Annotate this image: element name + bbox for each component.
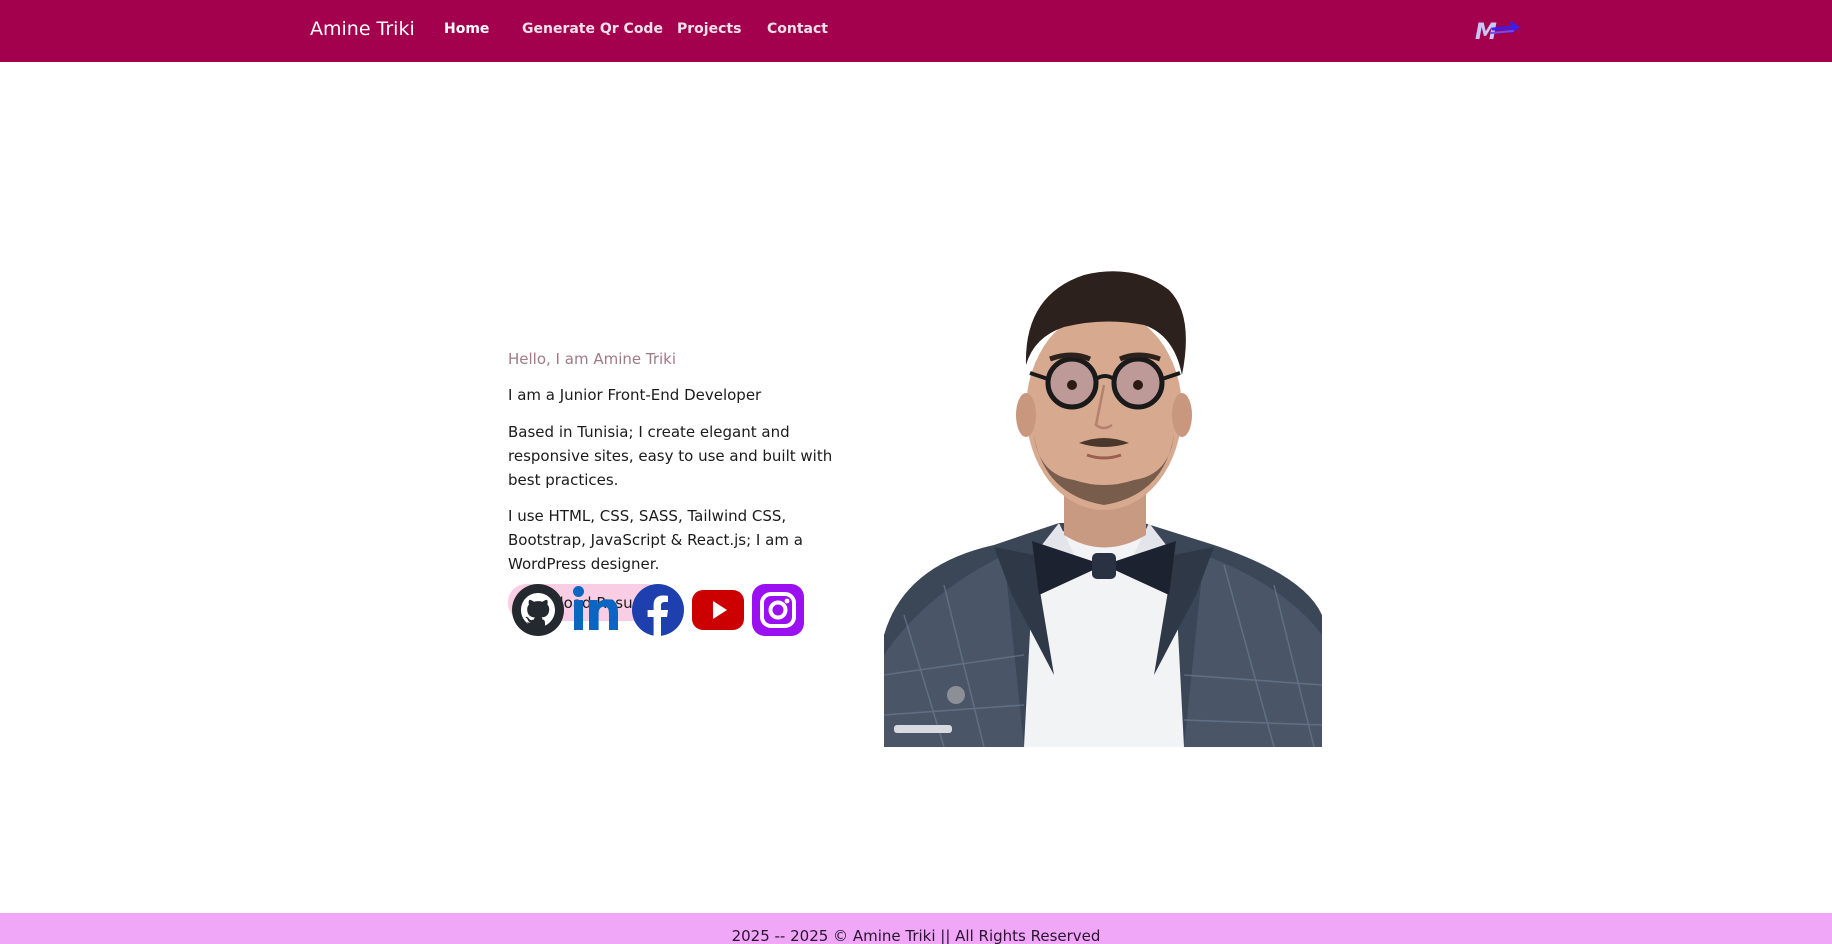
hero-greeting: Hello, I am Amine Triki <box>508 350 677 368</box>
youtube-icon[interactable] <box>690 582 746 638</box>
nav-home-link[interactable]: Home <box>444 21 489 37</box>
hero-description: Based in Tunisia; I create elegant and r… <box>508 423 833 489</box>
nav-generate-qr-link[interactable]: Generate Qr Code <box>522 21 663 37</box>
hero-role: I am a Junior Front-End Developer <box>508 386 762 404</box>
hero-skills: I use HTML, CSS, SASS, Tailwind CSS, Boo… <box>508 507 803 573</box>
brand-link[interactable]: Amine Triki <box>310 18 415 40</box>
nav-contact-link[interactable]: Contact <box>767 21 828 37</box>
linkedin-icon[interactable] <box>570 582 626 638</box>
navbar: Amine Triki Home Generate Qr Code Projec… <box>0 0 1832 62</box>
logo-icon[interactable]: M <box>1473 15 1523 45</box>
footer: 2025 -- 2025 © Amine Triki || All Rights… <box>0 913 1832 944</box>
nav-projects-link[interactable]: Projects <box>677 21 741 37</box>
profile-photo <box>884 255 1322 747</box>
footer-copyright: 2025 -- 2025 © Amine Triki || All Rights… <box>731 927 1101 944</box>
facebook-icon[interactable] <box>630 582 686 638</box>
hero-section: Hello, I am Amine Triki I am a Junior Fr… <box>508 348 868 621</box>
github-icon[interactable] <box>510 582 566 638</box>
instagram-icon[interactable] <box>750 582 806 638</box>
